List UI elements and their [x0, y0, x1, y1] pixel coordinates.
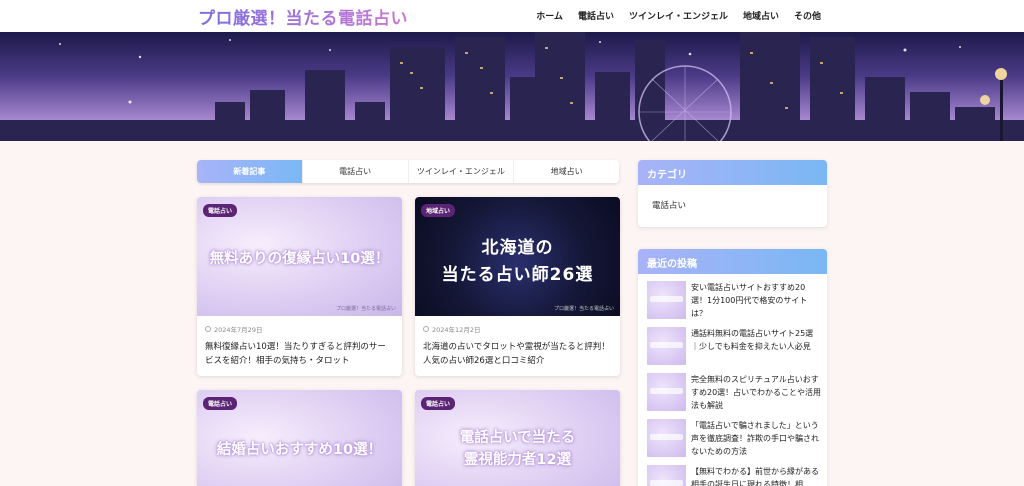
nav-item-regional[interactable]: 地域占い: [743, 9, 779, 22]
recent-post-item[interactable]: 完全無料のスピリチュアル占いおすすめ20選！占いでわかることや活用法も解説: [638, 373, 827, 419]
thumbnail-text-line1: 電話占いで当たる: [459, 430, 576, 446]
post-title[interactable]: 北海道の占いでタロットや霊視が当たると評判！人気の占い師26選と口コミ紹介: [415, 334, 620, 376]
thumbnail-text-line2: 当たる占い師26選: [441, 265, 594, 285]
tab-regional[interactable]: 地域占い: [514, 160, 619, 183]
tab-new-posts[interactable]: 新着記事: [197, 160, 303, 183]
post-meta: 2024年12月2日: [415, 316, 620, 334]
hero-banner: [0, 32, 1024, 141]
recent-post-title[interactable]: 安い電話占いサイトおすすめ20選！1分100円代で格安のサイトは？: [691, 281, 821, 320]
nav-item-phone-fortune[interactable]: 電話占い: [578, 9, 614, 22]
recent-post-thumbnail[interactable]: [647, 327, 686, 365]
thumbnail-footer: プロ厳選！当たる電話占い: [335, 306, 396, 312]
recent-post-thumbnail[interactable]: [647, 373, 686, 411]
post-card[interactable]: 電話占い 結婚占いおすすめ10選！: [197, 390, 402, 486]
thumbnail-text: 無料ありの復縁占い10選！: [209, 251, 390, 267]
post-thumbnail[interactable]: 地域占い 北海道の 当たる占い師26選 プロ厳選！当たる電話占い: [415, 197, 620, 316]
recent-post-item[interactable]: 【無料でわかる】前世から縁がある相手の誕生日に現れる特徴！相: [638, 465, 827, 486]
post-card[interactable]: 電話占い 無料ありの復縁占い10選！ プロ厳選！当たる電話占い 2024年7月2…: [197, 197, 402, 376]
post-date: 2024年7月29日: [214, 326, 263, 334]
thumbnail-text-line2: 霊視能力者12選: [463, 452, 572, 468]
post-thumbnail[interactable]: 電話占い 無料ありの復縁占い10選！ プロ厳選！当たる電話占い: [197, 197, 402, 316]
clock-icon: [423, 326, 429, 332]
nav-item-other[interactable]: その他: [794, 9, 821, 22]
recent-post-thumbnail[interactable]: [647, 281, 686, 319]
recent-post-thumbnail[interactable]: [647, 465, 686, 486]
recent-post-title[interactable]: 「電話占いで騙されました」という声を徹底調査！詐欺の手口や騙されないための方法: [691, 419, 821, 458]
category-link-phone-fortune[interactable]: 電話占い: [638, 185, 827, 225]
post-card[interactable]: 地域占い 北海道の 当たる占い師26選 プロ厳選！当たる電話占い 2024年12…: [415, 197, 620, 376]
site-logo[interactable]: プロ厳選！当たる電話占い: [198, 4, 408, 29]
category-badge: 電話占い: [421, 397, 456, 410]
post-tabs: 新着記事 電話占い ツインレイ・エンジェル 地域占い: [197, 160, 619, 183]
widget-heading: カテゴリ: [638, 160, 827, 185]
clock-icon: [205, 326, 211, 332]
site-header: プロ厳選！当たる電話占い ホーム 電話占い ツインレイ・エンジェル 地域占い そ…: [0, 0, 1024, 32]
post-meta: 2024年7月29日: [197, 316, 402, 334]
category-badge: 電話占い: [203, 204, 238, 217]
post-thumbnail[interactable]: 電話占い 電話占いで当たる 霊視能力者12選: [415, 390, 620, 486]
post-date: 2024年12月2日: [432, 326, 481, 334]
widget-heading: 最近の投稿: [638, 249, 827, 274]
recent-post-title[interactable]: 完全無料のスピリチュアル占いおすすめ20選！占いでわかることや活用法も解説: [691, 373, 821, 412]
tab-twinray[interactable]: ツインレイ・エンジェル: [409, 160, 515, 183]
nav-item-home[interactable]: ホーム: [536, 9, 563, 22]
category-widget: カテゴリ 電話占い: [638, 160, 827, 227]
city-night-illustration: [0, 32, 1024, 141]
post-card[interactable]: 電話占い 電話占いで当たる 霊視能力者12選: [415, 390, 620, 486]
global-nav: ホーム 電話占い ツインレイ・エンジェル 地域占い その他: [536, 9, 821, 22]
nav-item-twinray[interactable]: ツインレイ・エンジェル: [629, 9, 728, 22]
recent-post-item[interactable]: 安い電話占いサイトおすすめ20選！1分100円代で格安のサイトは？: [638, 281, 827, 327]
category-badge: 電話占い: [203, 397, 238, 410]
thumbnail-footer: プロ厳選！当たる電話占い: [553, 306, 614, 312]
recent-posts-list: 安い電話占いサイトおすすめ20選！1分100円代で格安のサイトは？ 通話料無料の…: [638, 274, 827, 486]
recent-post-title[interactable]: 通話料無料の電話占いサイト25選｜少しでも料金を抑えたい人必見: [691, 327, 821, 353]
recent-post-item[interactable]: 通話料無料の電話占いサイト25選｜少しでも料金を抑えたい人必見: [638, 327, 827, 373]
recent-post-item[interactable]: 「電話占いで騙されました」という声を徹底調査！詐欺の手口や騙されないための方法: [638, 419, 827, 465]
thumbnail-text-line1: 北海道の: [481, 238, 554, 258]
thumbnail-text: 結婚占いおすすめ10選！: [216, 442, 383, 458]
recent-post-title[interactable]: 【無料でわかる】前世から縁がある相手の誕生日に現れる特徴！相: [691, 465, 821, 486]
tab-phone-fortune[interactable]: 電話占い: [303, 160, 409, 183]
recent-post-thumbnail[interactable]: [647, 419, 686, 457]
category-badge: 地域占い: [421, 204, 456, 217]
post-thumbnail[interactable]: 電話占い 結婚占いおすすめ10選！: [197, 390, 402, 486]
recent-posts-widget: 最近の投稿 安い電話占いサイトおすすめ20選！1分100円代で格安のサイトは？ …: [638, 249, 827, 486]
post-title[interactable]: 無料復縁占い10選！当たりすぎると評判のサービスを紹介！相手の気持ち・タロット: [197, 334, 402, 376]
